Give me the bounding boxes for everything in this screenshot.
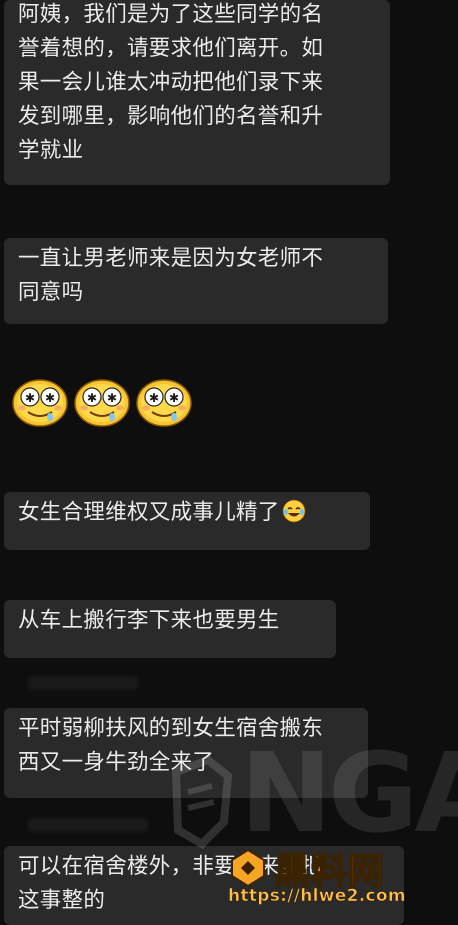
site-url: https://hlwe2.com <box>228 886 406 907</box>
site-logo-icon <box>231 848 265 888</box>
svg-text:✱: ✱ <box>107 391 117 405</box>
svg-text:✱: ✱ <box>25 391 35 405</box>
svg-text:✱: ✱ <box>149 391 159 405</box>
drooling-star-eyes-icon: ✱ ✱ <box>12 379 68 427</box>
message-bubble[interactable]: 女生合理维权又成事儿精了 <box>4 492 370 550</box>
blurred-username <box>28 818 148 832</box>
svg-text:✱: ✱ <box>87 391 97 405</box>
nga-fist-watermark-icon <box>171 755 233 850</box>
message-text: 一直让男老师来是因为女老师不 同意吗 <box>18 246 324 305</box>
blurred-username <box>28 676 138 690</box>
message-text: 从车上搬行李下来也要男生 <box>18 608 280 633</box>
message-bubble[interactable]: 一直让男老师来是因为女老师不 同意吗 <box>4 238 388 324</box>
drooling-star-eyes-icon: ✱ ✱ <box>74 379 130 427</box>
message-text: 女生合理维权又成事儿精了 <box>18 496 370 530</box>
drooling-star-eyes-icon: ✱ ✱ <box>136 379 192 427</box>
emoji-message[interactable]: ✱ ✱ ✱ ✱ ✱ ✱ <box>10 376 194 428</box>
message-bubble[interactable]: 阿姨，我们是为了这些同学的名 誉着想的，请要求他们离开。如 果一会儿谁太冲动把他… <box>4 0 390 185</box>
svg-text:✱: ✱ <box>169 391 179 405</box>
message-bubble[interactable]: 从车上搬行李下来也要男生 <box>4 600 336 658</box>
svg-text:✱: ✱ <box>45 391 55 405</box>
tears-of-joy-icon <box>282 499 306 523</box>
message-text: 阿姨，我们是为了这些同学的名 誉着想的，请要求他们离开。如 果一会儿谁太冲动把他… <box>18 2 324 163</box>
